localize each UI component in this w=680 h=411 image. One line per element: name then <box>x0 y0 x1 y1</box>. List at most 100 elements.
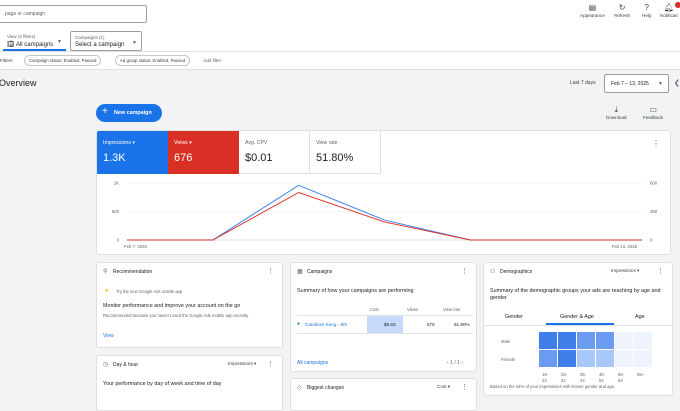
card-title: Demographics <box>500 269 533 275</box>
tab-gender[interactable]: Gender <box>505 314 523 320</box>
chevron-down-icon: ▾ <box>189 140 192 146</box>
status-enabled-icon: ● <box>297 321 301 327</box>
metric-impressions[interactable]: Impressions ▾ 1.3K <box>97 131 168 174</box>
campaign-name-link[interactable]: Carolines Song - 8/5 <box>305 322 347 327</box>
new-campaign-button[interactable]: + New campaign <box>96 104 162 122</box>
heatmap-cell <box>577 332 595 349</box>
filter-chip-campaign-status[interactable]: Campaign status: Enabled, Paused <box>24 55 102 66</box>
card-title: Day & hour <box>113 362 139 368</box>
metric-value: 1.3K <box>103 152 126 164</box>
left-tick-label: 500 <box>112 209 120 214</box>
card-title: Campaigns <box>307 269 333 275</box>
more-options-icon[interactable]: ⋮ <box>461 383 468 391</box>
chevron-right-icon[interactable]: › <box>461 360 463 366</box>
date-range-value: Feb 7 – 13, 2025 <box>611 81 649 87</box>
view-selector-value: 🏢︎ All campaigns <box>7 42 54 48</box>
heatmap-cell <box>539 350 557 367</box>
building-icon: 🏢︎ <box>7 42 16 48</box>
metric-avg-cpv[interactable]: Avg. CPV $0.01 <box>239 131 310 174</box>
x-tick-label: Feb 7, 2025 <box>124 244 148 249</box>
chevron-down-icon: ▼ <box>132 40 137 46</box>
day-hour-heading: Your performance by day of week and time… <box>103 381 222 387</box>
view-selector[interactable]: View (2 filters) 🏢︎ All campaigns ▼ <box>3 31 66 51</box>
metric-value: $0.01 <box>245 152 273 164</box>
demographics-metric-dropdown[interactable]: Impressions ▾ <box>611 268 639 274</box>
recommendation-view-link[interactable]: View <box>103 333 114 339</box>
heatmap-cell <box>558 350 576 367</box>
chevron-down-icon: ▼ <box>57 39 62 45</box>
lightbulb-icon: ⚲ <box>103 269 108 275</box>
campaign-selector[interactable]: Campaigns (1) Select a campaign ▼ <box>70 31 142 51</box>
download-icon: ⤓ <box>614 105 618 114</box>
metric-label: Views ▾ <box>174 140 192 146</box>
view-selector-label: View (2 filters) <box>7 34 36 39</box>
filter-chip-ad-group-status[interactable]: Ad group status: Enabled, Paused <box>115 55 191 66</box>
performance-line-chart: 0 0 500 350 1K 600 Feb 7, 2025 Feb 13, 2025 <box>112 181 658 250</box>
x-tick-label: Feb 13, 2025 <box>612 244 638 249</box>
chevron-left-icon[interactable]: ‹ <box>447 360 449 366</box>
more-options-icon[interactable]: ⋮ <box>461 267 468 275</box>
heatmap-cell <box>596 350 614 367</box>
add-filter-button[interactable]: Add filter <box>203 58 221 63</box>
pagination: ‹ 1 / 1 › <box>447 360 463 366</box>
column-header-view-rate[interactable]: View rate <box>443 307 460 313</box>
heatmap-cell <box>634 332 652 349</box>
more-options-icon[interactable]: ⋮ <box>267 267 274 275</box>
metric-value: 676 <box>174 152 193 164</box>
more-options-icon[interactable]: ⋮ <box>657 267 664 275</box>
age-label: 35-44 <box>580 372 587 383</box>
feedback-icon: ▭ <box>649 105 657 114</box>
collapse-arrow-icon[interactable]: ❮ <box>674 79 680 87</box>
page-title: Overview <box>0 78 37 88</box>
age-label: 55-64 <box>618 372 625 383</box>
search-field[interactable]: page or campaign <box>0 5 147 23</box>
people-icon: ⚇ <box>490 269 496 275</box>
campaign-selector-value: Select a campaign <box>75 42 125 48</box>
date-preset-label: Last 7 days <box>570 80 596 86</box>
campaign-selector-label: Campaigns (1) <box>75 35 105 40</box>
metric-label: Avg. CPV <box>245 140 268 146</box>
top-bar: page or campaign View (2 filters) 🏢︎ All… <box>0 0 680 52</box>
refresh-button[interactable]: ↻ Refresh <box>614 3 630 18</box>
refresh-icon: ↻ <box>618 3 626 12</box>
metric-value: 51.80% <box>316 152 354 164</box>
help-label: Help <box>642 13 652 18</box>
campaign-views: 676 <box>427 322 435 327</box>
tab-age[interactable]: Age <box>635 314 645 320</box>
more-options-icon[interactable]: ⋮ <box>652 139 660 148</box>
right-tick-label: 600 <box>650 181 658 186</box>
campaign-icon: ▦ <box>297 269 303 275</box>
download-button[interactable]: ⤓ Download <box>606 105 626 120</box>
heatmap-cell <box>634 350 652 367</box>
notifications-label: Notificati <box>660 13 678 18</box>
recommendation-heading: Monitor performance and improve your acc… <box>103 303 241 309</box>
table-divider <box>297 315 473 316</box>
row-label-male: Male <box>501 339 511 344</box>
metric-views[interactable]: Views ▾ 676 <box>168 131 239 174</box>
right-tick-label: 0 <box>650 238 653 243</box>
demographics-note: Based on the 44% of your impressions wit… <box>490 384 616 389</box>
help-button[interactable]: ? Help <box>642 3 651 18</box>
series-line-impressions <box>127 184 642 241</box>
all-campaigns-link[interactable]: All campaigns <box>297 360 328 366</box>
campaigns-heading: Summary of how your campaigns are perfor… <box>297 288 414 294</box>
campaigns-card: ▦ Campaigns ⋮ Summary of how your campai… <box>290 262 477 372</box>
day-hour-metric-dropdown[interactable]: Impressions ▾ <box>228 361 256 367</box>
column-header-views[interactable]: Views <box>407 307 418 313</box>
feedback-button[interactable]: ▭ Feedback <box>643 105 663 120</box>
biggest-changes-metric-dropdown[interactable]: Cost ▾ <box>437 384 450 390</box>
metric-view-rate[interactable]: View rate 51.80% <box>310 131 381 174</box>
column-header-cost[interactable]: Cost <box>370 307 379 313</box>
chevron-down-icon: ▾ <box>132 140 136 146</box>
appearance-button[interactable]: ▤ Appearance <box>580 3 605 18</box>
series-line-views <box>127 191 642 241</box>
campaign-cost: $5.63 <box>384 322 396 327</box>
more-options-icon[interactable]: ⋮ <box>267 360 274 368</box>
download-label: Download <box>606 115 627 120</box>
table-divider <box>297 333 473 334</box>
date-range-picker[interactable]: Feb 7 – 13, 2025 ▼ <box>604 74 669 93</box>
tab-gender-age[interactable]: Gender & Age <box>560 314 594 320</box>
heatmap-cell <box>615 350 633 367</box>
recommendation-body: Recommended because you haven't used the… <box>103 313 249 318</box>
recommendation-tip: Try the new Google Ads mobile app <box>116 289 183 294</box>
